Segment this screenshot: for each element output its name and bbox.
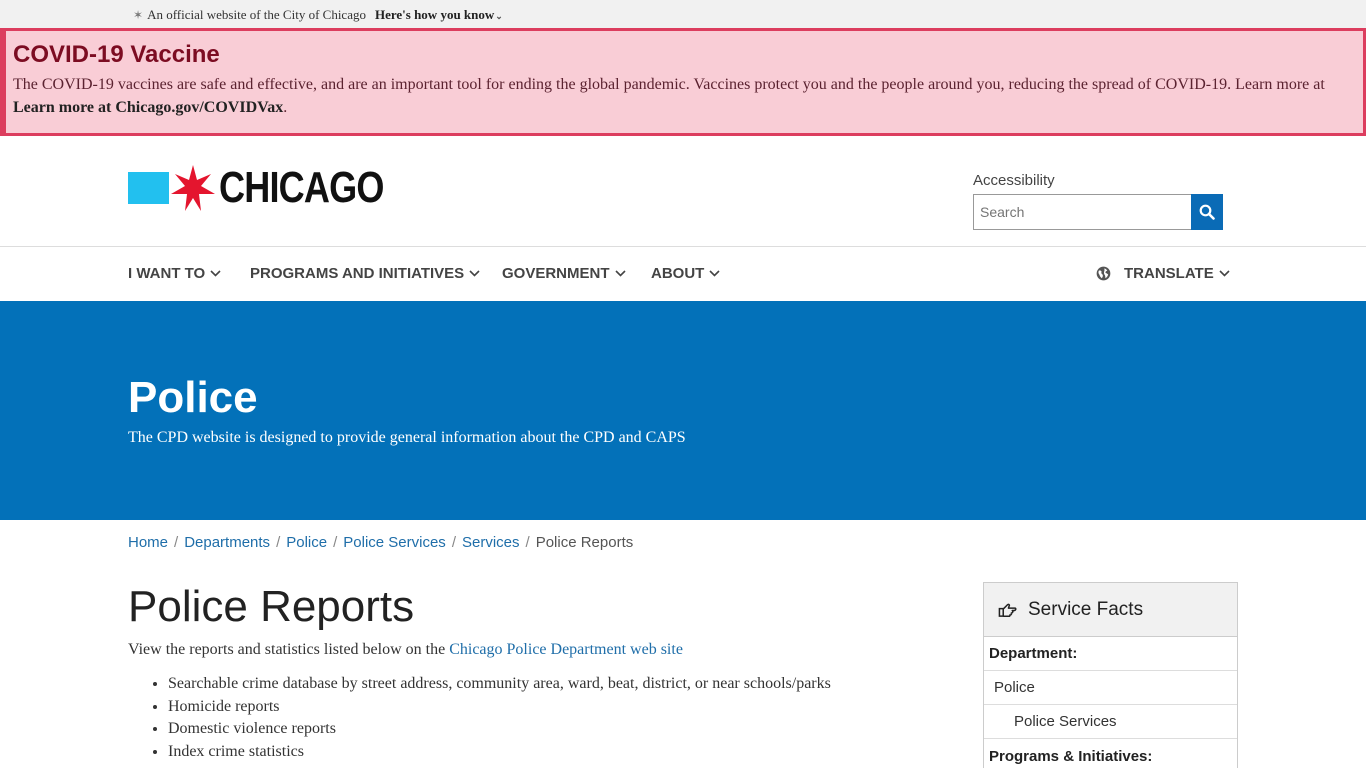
alert-trailing: . xyxy=(283,99,288,116)
breadcrumb-separator: / xyxy=(525,534,530,551)
nav-i-want-to[interactable]: I WANT TO xyxy=(128,265,221,282)
service-facts-panel: Service Facts Department: Police Police … xyxy=(983,582,1238,768)
service-facts-header: Service Facts xyxy=(984,583,1237,637)
programs-label-row: Programs & Initiatives: xyxy=(984,739,1237,768)
nav-label: I WANT TO xyxy=(128,265,206,282)
department-label: Department: xyxy=(989,645,1078,662)
department-police-text: Police xyxy=(994,679,1035,696)
search-button[interactable] xyxy=(1191,194,1223,230)
list-item: Domestic violence reports xyxy=(168,718,831,741)
covid-alert-banner: COVID-19 Vaccine The COVID-19 vaccines a… xyxy=(0,28,1366,136)
department-hero: Police The CPD website is designed to pr… xyxy=(0,301,1366,520)
hero-title: Police xyxy=(128,373,258,422)
nav-label: PROGRAMS AND INITIATIVES xyxy=(250,265,465,282)
breadcrumb-departments[interactable]: Departments xyxy=(184,534,270,551)
chevron-down-icon xyxy=(469,270,480,277)
breadcrumb-police-services[interactable]: Police Services xyxy=(343,534,446,551)
search-icon xyxy=(1199,204,1215,220)
list-item: Index crime statistics xyxy=(168,741,831,764)
service-facts-title: Service Facts xyxy=(1028,598,1144,620)
intro-text: View the reports and statistics listed b… xyxy=(128,641,683,659)
breadcrumb-separator: / xyxy=(333,534,338,551)
breadcrumb-home[interactable]: Home xyxy=(128,534,168,551)
list-item: Searchable crime database by street addr… xyxy=(168,673,831,696)
translate-button[interactable]: TRANSLATE xyxy=(1096,265,1230,282)
department-police-link[interactable]: Police xyxy=(984,671,1237,705)
accessibility-link[interactable]: Accessibility xyxy=(973,172,1055,189)
intro-text-body: View the reports and statistics listed b… xyxy=(128,641,450,658)
nav-about[interactable]: ABOUT xyxy=(651,265,720,282)
official-website-bar: ✶ An official website of the City of Chi… xyxy=(0,0,1366,28)
chevron-down-icon xyxy=(210,270,221,277)
heres-how-you-know-link[interactable]: Here's how you know⌄ xyxy=(375,7,503,23)
search-form xyxy=(973,194,1223,230)
cpd-website-link[interactable]: Chicago Police Department web site xyxy=(449,641,683,658)
breadcrumb-police[interactable]: Police xyxy=(286,534,327,551)
chevron-down-icon xyxy=(614,270,626,277)
site-header: CHICAGO Accessibility xyxy=(0,137,1366,247)
alert-title: COVID-19 Vaccine xyxy=(13,41,220,68)
breadcrumb: Home / Departments / Police / Police Servic… xyxy=(128,534,633,551)
logo-wordmark: CHICAGO xyxy=(219,163,384,212)
alert-body: The COVID-19 vaccines are safe and effec… xyxy=(13,73,1353,119)
chevron-down-icon xyxy=(1219,270,1230,277)
department-label-row: Department: xyxy=(984,637,1237,671)
police-services-text: Police Services xyxy=(1014,713,1117,730)
nav-government[interactable]: GOVERNMENT xyxy=(502,265,626,282)
hand-pointing-icon xyxy=(998,603,1017,617)
breadcrumb-separator: / xyxy=(174,534,179,551)
police-services-link[interactable]: Police Services xyxy=(984,705,1237,739)
list-item: Homicide reports xyxy=(168,696,831,719)
chevron-down-icon xyxy=(709,270,720,277)
chicago-star-icon xyxy=(171,165,215,211)
nav-label: ABOUT xyxy=(651,265,705,282)
nav-programs-and-initiatives[interactable]: PROGRAMS AND INITIATIVES xyxy=(250,265,480,282)
nav-label: GOVERNMENT xyxy=(502,265,610,282)
translate-label: TRANSLATE xyxy=(1124,265,1214,282)
programs-label: Programs & Initiatives: xyxy=(989,747,1153,765)
logo-blue-block xyxy=(128,172,169,204)
breadcrumb-separator: / xyxy=(451,534,456,551)
chicago-logo[interactable]: CHICAGO xyxy=(128,165,420,211)
alert-body-text: The COVID-19 vaccines are safe and effec… xyxy=(13,76,1325,93)
hero-subtitle: The CPD website is designed to provide g… xyxy=(128,429,686,446)
heres-how-you-know-label: Here's how you know xyxy=(374,7,495,22)
asterisk-icon: ✶ xyxy=(133,7,144,22)
breadcrumb-current: Police Reports xyxy=(535,534,634,551)
globe-icon xyxy=(1096,266,1111,281)
main-nav: I WANT TO PROGRAMS AND INITIATIVES GOVER… xyxy=(0,248,1366,301)
official-text: An official website of the City of Chica… xyxy=(147,7,366,22)
covid-vax-link[interactable]: Learn more at Chicago.gov/COVIDVax xyxy=(13,99,283,116)
page-title: Police Reports xyxy=(128,582,415,631)
covid-vax-link-text: Learn more at Chicago.gov/COVIDVax xyxy=(13,99,284,116)
chevron-down-icon: ⌄ xyxy=(495,11,503,21)
breadcrumb-separator: / xyxy=(276,534,281,551)
reports-list: Searchable crime database by street addr… xyxy=(168,673,831,763)
search-input[interactable] xyxy=(973,194,1191,230)
breadcrumb-services[interactable]: Services xyxy=(462,534,520,551)
